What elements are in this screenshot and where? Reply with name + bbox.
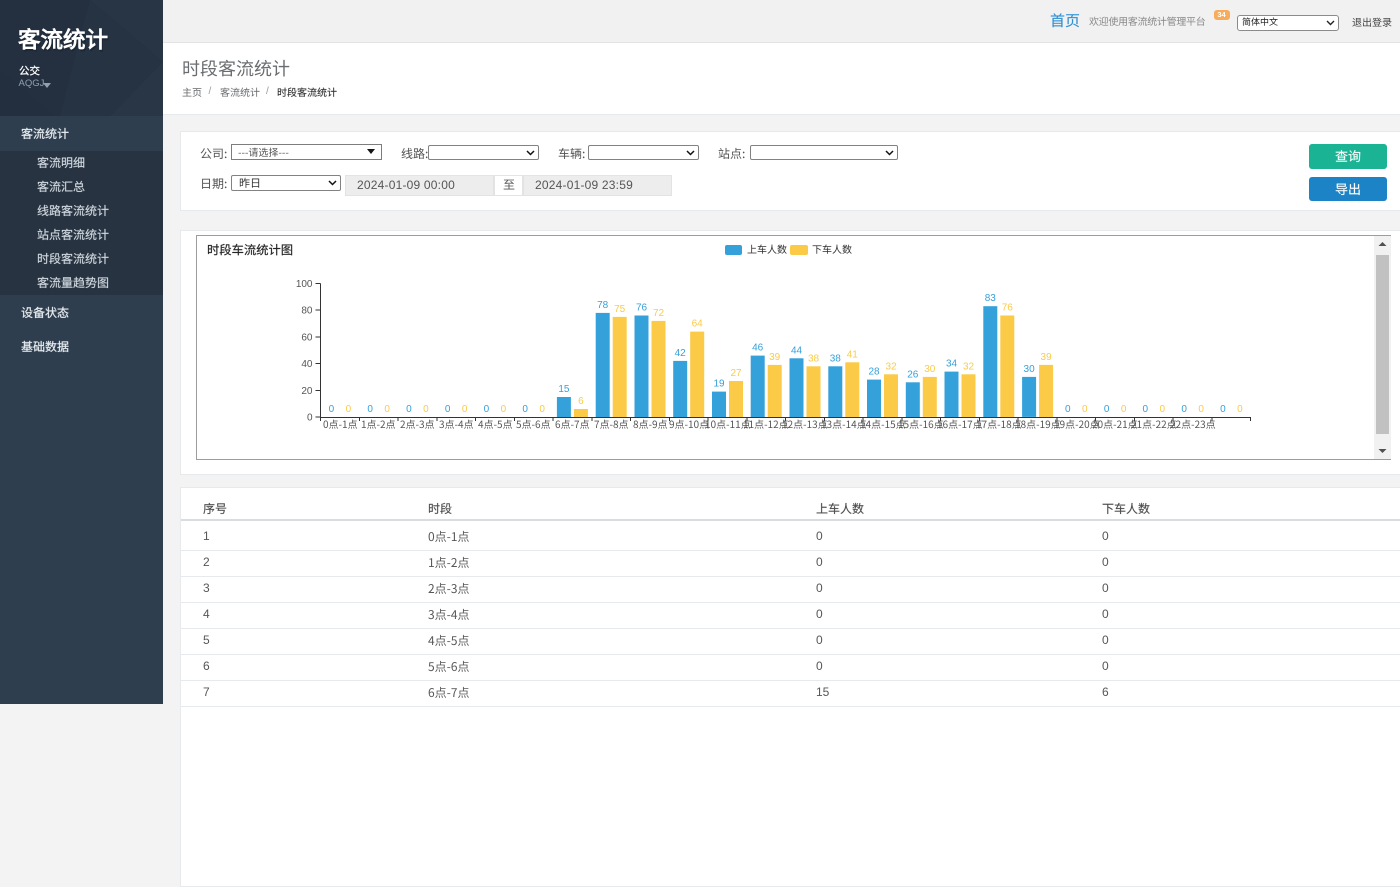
- svg-text:0: 0: [445, 404, 451, 415]
- svg-text:72: 72: [653, 308, 665, 319]
- svg-text:39: 39: [1041, 352, 1053, 363]
- svg-text:76: 76: [1002, 303, 1014, 314]
- svg-text:0: 0: [1160, 404, 1166, 415]
- svg-text:38: 38: [808, 353, 820, 364]
- svg-text:75: 75: [614, 304, 626, 315]
- svg-text:28: 28: [868, 367, 880, 378]
- svg-text:0: 0: [346, 404, 352, 415]
- svg-text:0: 0: [307, 413, 313, 424]
- svg-text:64: 64: [692, 319, 704, 330]
- svg-text:0: 0: [522, 404, 528, 415]
- svg-text:0: 0: [1121, 404, 1127, 415]
- svg-text:44: 44: [791, 345, 803, 356]
- svg-text:0: 0: [1181, 404, 1187, 415]
- svg-text:76: 76: [636, 303, 648, 314]
- svg-text:30: 30: [924, 364, 936, 375]
- svg-text:42: 42: [675, 348, 687, 359]
- svg-text:0: 0: [384, 404, 390, 415]
- svg-text:34: 34: [946, 359, 958, 370]
- svg-text:0: 0: [462, 404, 468, 415]
- svg-text:41: 41: [847, 349, 859, 360]
- svg-text:19: 19: [713, 379, 725, 390]
- svg-text:0: 0: [406, 404, 412, 415]
- svg-text:0: 0: [1065, 404, 1071, 415]
- svg-text:0: 0: [1104, 404, 1110, 415]
- svg-text:6: 6: [578, 396, 584, 407]
- svg-text:32: 32: [885, 361, 897, 372]
- svg-text:0: 0: [539, 404, 545, 415]
- svg-text:26: 26: [907, 369, 919, 380]
- svg-text:30: 30: [1024, 364, 1036, 375]
- svg-text:15: 15: [558, 384, 570, 395]
- svg-text:20: 20: [301, 386, 313, 397]
- svg-text:0: 0: [367, 404, 373, 415]
- svg-text:0: 0: [1220, 404, 1226, 415]
- svg-text:0: 0: [501, 404, 507, 415]
- svg-text:0: 0: [1143, 404, 1149, 415]
- svg-text:39: 39: [769, 352, 781, 363]
- svg-text:27: 27: [730, 368, 742, 379]
- svg-text:46: 46: [752, 343, 764, 354]
- svg-text:100: 100: [296, 279, 313, 290]
- svg-text:0: 0: [1198, 404, 1204, 415]
- svg-text:83: 83: [985, 293, 997, 304]
- svg-text:0: 0: [423, 404, 429, 415]
- svg-text:0: 0: [484, 404, 490, 415]
- svg-text:0: 0: [1082, 404, 1088, 415]
- svg-text:60: 60: [301, 332, 313, 343]
- svg-text:78: 78: [597, 300, 609, 311]
- svg-text:32: 32: [963, 361, 975, 372]
- svg-text:0: 0: [329, 404, 335, 415]
- svg-text:40: 40: [301, 359, 313, 370]
- svg-text:0: 0: [1237, 404, 1243, 415]
- svg-text:38: 38: [830, 353, 842, 364]
- svg-text:80: 80: [301, 306, 313, 317]
